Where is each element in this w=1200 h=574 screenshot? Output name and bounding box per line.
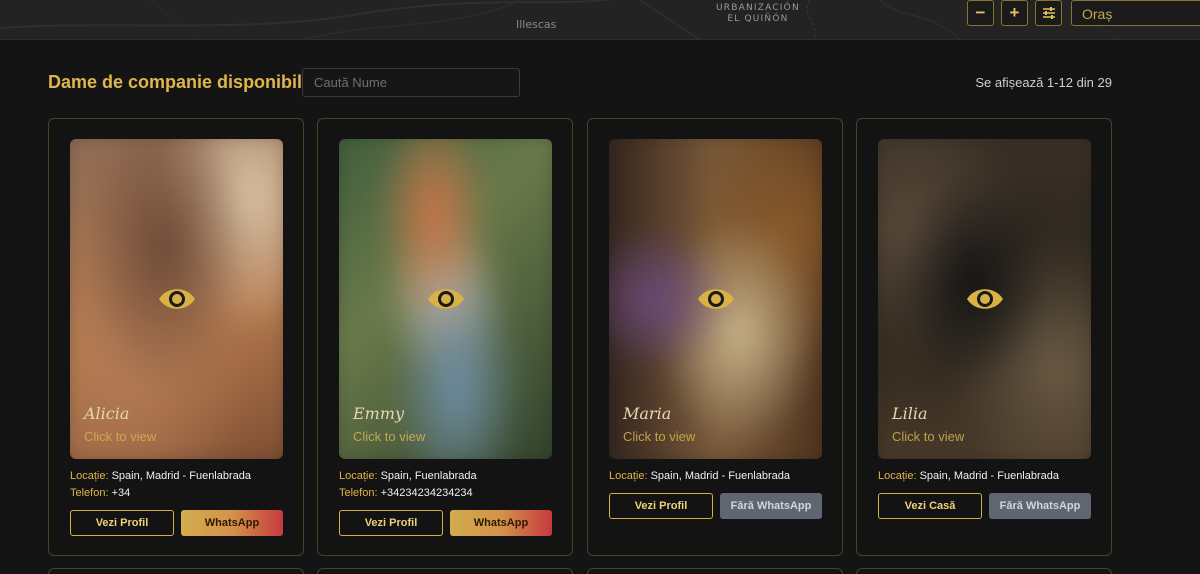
city-select[interactable]: Oraș (1071, 0, 1200, 26)
no-whatsapp-button[interactable]: Fără WhatsApp (989, 493, 1091, 519)
eye-icon (967, 289, 1003, 309)
location-label: Locație: (70, 470, 109, 482)
sliders-icon (1042, 7, 1055, 19)
profile-name: Alicia (84, 404, 130, 423)
location-label: Locație: (878, 470, 917, 482)
whatsapp-button[interactable]: WhatsApp (181, 510, 283, 536)
profile-photo[interactable]: Lilia Click to view (878, 139, 1091, 459)
profile-card: Emmy Click to view Locație: Spain, Fuenl… (317, 118, 573, 556)
profile-card: Maria Click to view Locație: Spain, Madr… (587, 118, 843, 556)
click-to-view-label: Click to view (623, 429, 696, 444)
zoom-out-button[interactable]: − (967, 0, 994, 26)
click-to-view-label: Click to view (353, 429, 426, 444)
phone-value: +34 (111, 487, 131, 499)
location-info: Locație: Spain, Madrid - Fuenlabrada (70, 470, 251, 482)
whatsapp-button[interactable]: WhatsApp (450, 510, 552, 536)
zoom-in-button[interactable]: + (1001, 0, 1028, 26)
profile-name: Maria (623, 404, 672, 423)
eye-icon (159, 289, 195, 309)
view-profile-button[interactable]: Vezi Profil (70, 510, 174, 536)
location-info: Locație: Spain, Madrid - Fuenlabrada (878, 470, 1059, 482)
map-label-town: Illescas (516, 18, 557, 31)
eye-icon (428, 289, 464, 309)
view-house-button[interactable]: Vezi Casă (878, 493, 982, 519)
search-input[interactable] (302, 68, 520, 97)
click-to-view-label: Click to view (84, 429, 157, 444)
location-value: Spain, Madrid - Fuenlabrada (919, 470, 1060, 482)
profile-name: Lilia (892, 404, 928, 423)
location-info: Locație: Spain, Fuenlabrada (339, 470, 477, 482)
phone-label: Telefon: (70, 487, 109, 499)
profile-photo[interactable]: Maria Click to view (609, 139, 822, 459)
location-value: Spain, Madrid - Fuenlabrada (650, 470, 791, 482)
map-label-area-line2: EL QUIÑÓN (727, 14, 789, 24)
next-row-card-edge (48, 568, 304, 574)
phone-info: Telefon: +34 (70, 487, 130, 499)
click-to-view-label: Click to view (892, 429, 965, 444)
no-whatsapp-button[interactable]: Fără WhatsApp (720, 493, 822, 519)
profile-name: Emmy (353, 404, 405, 423)
results-count: Se afișează 1-12 din 29 (975, 75, 1112, 90)
profile-card: Lilia Click to view Locație: Spain, Madr… (856, 118, 1112, 556)
view-profile-button[interactable]: Vezi Profil (609, 493, 713, 519)
eye-icon (698, 289, 734, 309)
next-row-card-edge (317, 568, 573, 574)
next-row-card-edge (856, 568, 1112, 574)
profile-card: Alicia Click to view Locație: Spain, Mad… (48, 118, 304, 556)
profile-photo[interactable]: Emmy Click to view (339, 139, 552, 459)
location-label: Locație: (609, 470, 648, 482)
location-value: Spain, Madrid - Fuenlabrada (111, 470, 252, 482)
profile-photo[interactable]: Alicia Click to view (70, 139, 283, 459)
view-profile-button[interactable]: Vezi Profil (339, 510, 443, 536)
phone-info: Telefon: +34234234234234 (339, 487, 473, 499)
location-label: Locație: (339, 470, 378, 482)
filter-button[interactable] (1035, 0, 1062, 26)
location-info: Locație: Spain, Madrid - Fuenlabrada (609, 470, 790, 482)
map-label-area-line1: URBANIZACIÓN (716, 3, 800, 13)
map-label-area: URBANIZACIÓN EL QUIÑÓN (716, 3, 800, 25)
phone-value: +34234234234234 (380, 487, 473, 499)
page-title: Dame de companie disponibile (48, 72, 313, 92)
phone-label: Telefon: (339, 487, 378, 499)
next-row-card-edge (587, 568, 843, 574)
location-value: Spain, Fuenlabrada (380, 470, 477, 482)
